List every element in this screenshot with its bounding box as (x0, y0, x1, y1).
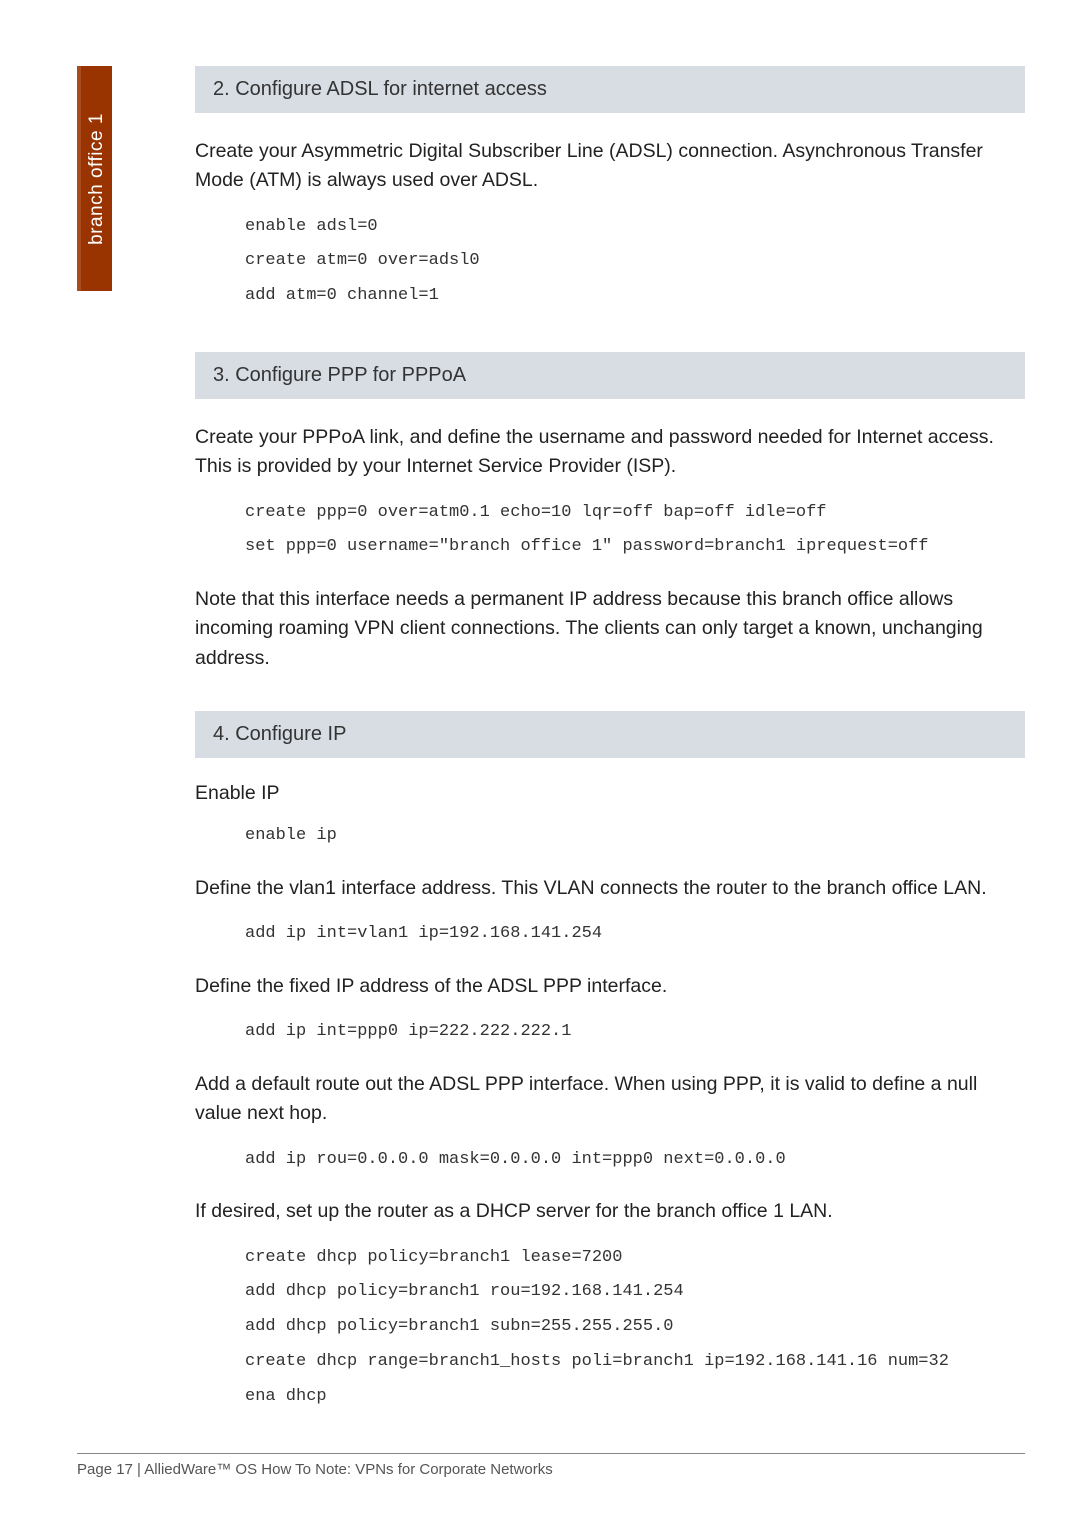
fixed-ip-text: Define the fixed IP address of the ADSL … (195, 972, 1025, 1001)
section-3-code: create ppp=0 over=atm0.1 echo=10 lqr=off… (245, 496, 1025, 566)
route-text: Add a default route out the ADSL PPP int… (195, 1070, 1025, 1129)
section-2-header: 2. Configure ADSL for internet access (195, 66, 1025, 113)
footer-divider (77, 1453, 1025, 1454)
footer-text: Page 17 | AlliedWare™ OS How To Note: VP… (77, 1461, 553, 1478)
enable-ip-label: Enable IP (195, 782, 1025, 805)
section-3-intro: Create your PPPoA link, and define the u… (195, 423, 1025, 482)
dhcp-text: If desired, set up the router as a DHCP … (195, 1197, 1025, 1226)
route-code: add ip rou=0.0.0.0 mask=0.0.0.0 int=ppp0… (245, 1143, 1025, 1178)
sidebar-label: branch office 1 (86, 113, 108, 245)
enable-ip-code: enable ip (245, 819, 1025, 854)
sidebar-tab: branch office 1 (77, 66, 112, 291)
section-3-note: Note that this interface needs a permane… (195, 585, 1025, 673)
vlan-text: Define the vlan1 interface address. This… (195, 874, 1025, 903)
section-2-code: enable adsl=0 create atm=0 over=adsl0 ad… (245, 210, 1025, 315)
dhcp-code: create dhcp policy=branch1 lease=7200 ad… (245, 1241, 1025, 1415)
section-4-header: 4. Configure IP (195, 711, 1025, 758)
vlan-code: add ip int=vlan1 ip=192.168.141.254 (245, 917, 1025, 952)
page-content: 2. Configure ADSL for internet access Cr… (195, 66, 1025, 1435)
section-2-intro: Create your Asymmetric Digital Subscribe… (195, 137, 1025, 196)
fixed-ip-code: add ip int=ppp0 ip=222.222.222.1 (245, 1015, 1025, 1050)
section-3-header: 3. Configure PPP for PPPoA (195, 352, 1025, 399)
